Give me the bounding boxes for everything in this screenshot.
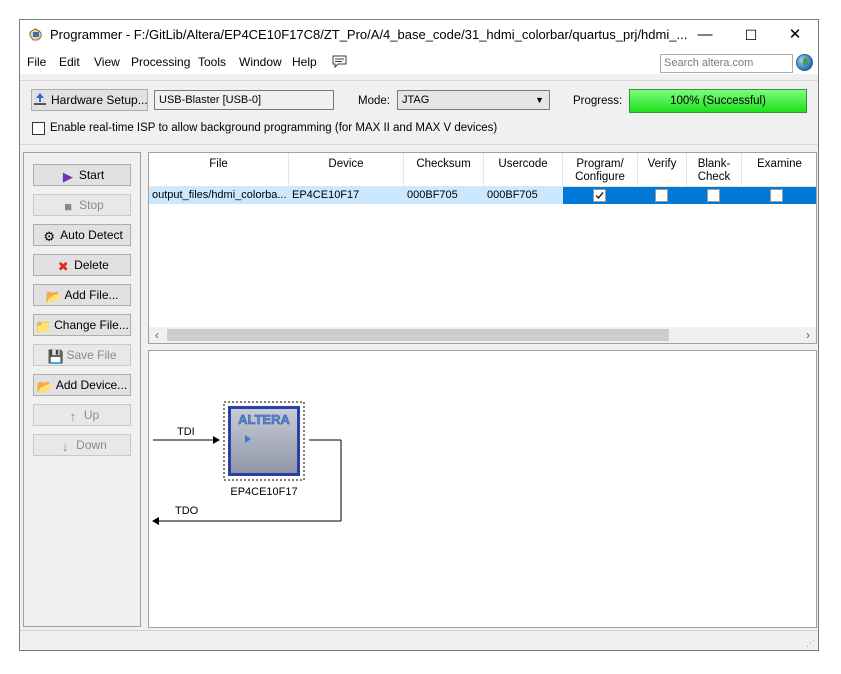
start-icon: ▶ (62, 169, 73, 184)
mode-select[interactable]: JTAG ▼ (397, 90, 550, 110)
title-bar: Programmer - F:/GitLib/Altera/EP4CE10F17… (20, 20, 818, 50)
delete-icon: ✖ (57, 259, 69, 274)
status-bar: ⋰ (20, 630, 818, 650)
column-header-blank-check[interactable]: Blank- Check (687, 153, 742, 187)
programmer-app-icon (29, 28, 42, 41)
jtag-chain-diagram: TDI ALTERA EP4CE10F17 TDO (148, 350, 817, 628)
isp-checkbox[interactable] (32, 122, 45, 135)
mode-label: Mode: (358, 95, 390, 107)
row-file: output_files/hdmi_colorba... (152, 189, 287, 201)
change-file-label: Change File... (54, 318, 129, 332)
menu-processing[interactable]: Processing (131, 55, 190, 69)
row-device: EP4CE10F17 (292, 189, 360, 201)
menu-file[interactable]: File (27, 55, 46, 69)
globe-icon[interactable] (796, 54, 813, 71)
hardware-device-field: USB-Blaster [USB-0] (154, 90, 334, 110)
column-header-file[interactable]: File (149, 153, 289, 187)
column-header-checksum[interactable]: Checksum (404, 153, 484, 187)
hardware-setup-button[interactable]: Hardware Setup... (31, 89, 148, 111)
device-table: File Device Checksum Usercode Program/ C… (148, 152, 817, 344)
menu-edit[interactable]: Edit (59, 55, 80, 69)
tdi-label: TDI (177, 426, 195, 438)
column-header-device[interactable]: Device (289, 153, 404, 187)
save-icon: 💾 (47, 349, 64, 364)
isp-label: Enable real-time ISP to allow background… (50, 122, 498, 134)
menu-view[interactable]: View (94, 55, 120, 69)
up-button[interactable]: ↑ Up (33, 404, 131, 426)
actions-panel: ▶ Start ■ Stop ⚙ Auto Detect ✖ Delete 📂 Add F… (23, 152, 141, 627)
add-file-button[interactable]: 📂 Add File... (33, 284, 131, 306)
altera-logo: ALTERA (238, 412, 290, 427)
down-label: Down (76, 438, 107, 452)
column-header-program[interactable]: Program/ Configure (563, 153, 638, 187)
change-file-button[interactable]: 📁 Change File... (33, 314, 131, 336)
chain-svg: TDI ALTERA EP4CE10F17 TDO (152, 401, 342, 525)
auto-detect-icon: ⚙ (43, 229, 55, 244)
verify-checkbox[interactable] (655, 189, 668, 202)
scrollbar-thumb[interactable] (167, 329, 669, 341)
delete-label: Delete (74, 258, 109, 272)
add-device-icon: 📂 (36, 379, 53, 394)
chat-bubble-icon[interactable] (332, 55, 347, 68)
search-input[interactable]: Search altera.com (660, 54, 793, 73)
column-header-examine[interactable]: Examine (742, 153, 816, 187)
maximize-button[interactable]: ☐ (728, 20, 774, 50)
blank-check-checkbox[interactable] (707, 189, 720, 202)
save-file-button[interactable]: 💾 Save File (33, 344, 131, 366)
add-device-button[interactable]: 📂 Add Device... (33, 374, 131, 396)
menu-tools[interactable]: Tools (198, 55, 226, 69)
start-label: Start (78, 168, 105, 182)
folder-icon: 📂 (45, 289, 62, 304)
tdo-arrow-icon (152, 517, 159, 525)
scroll-left-icon[interactable]: ‹ (149, 327, 165, 343)
table-row[interactable]: output_files/hdmi_colorba... EP4CE10F17 … (149, 187, 816, 204)
horizontal-scrollbar[interactable]: ‹ › (149, 327, 816, 343)
tdo-label: TDO (175, 505, 199, 517)
mode-select-value: JTAG (402, 94, 430, 106)
progress-label: Progress: (573, 95, 623, 107)
examine-checkbox[interactable] (770, 189, 783, 202)
minimize-button[interactable]: — (682, 20, 728, 50)
start-button[interactable]: ▶ Start (33, 164, 131, 186)
menu-bar: File Edit View Processing Tools Window H… (20, 50, 818, 74)
up-label: Up (83, 408, 100, 422)
column-header-verify[interactable]: Verify (638, 153, 687, 187)
chevron-down-icon: ▼ (535, 95, 544, 105)
menu-help[interactable]: Help (292, 55, 317, 69)
row-checksum: 000BF705 (407, 189, 458, 201)
auto-detect-label: Auto Detect (60, 228, 123, 242)
add-device-label: Add Device... (55, 378, 128, 392)
menu-window[interactable]: Window (239, 55, 282, 69)
row-usercode: 000BF705 (487, 189, 538, 201)
hardware-setup-label: Hardware Setup... (51, 93, 148, 107)
checkmark-icon (595, 192, 604, 200)
change-folder-icon: 📁 (35, 319, 52, 334)
delete-button[interactable]: ✖ Delete (33, 254, 131, 276)
stop-icon: ■ (64, 199, 73, 214)
hardware-setup-icon (32, 92, 48, 106)
add-file-label: Add File... (64, 288, 119, 302)
progress-bar: 100% (Successful) (629, 89, 807, 113)
close-button[interactable]: ✕ (772, 20, 818, 50)
resize-grip-icon[interactable]: ⋰ (806, 638, 815, 649)
up-arrow-icon: ↑ (69, 409, 77, 424)
column-header-usercode[interactable]: Usercode (484, 153, 563, 187)
auto-detect-button[interactable]: ⚙ Auto Detect (33, 224, 131, 246)
save-file-label: Save File (66, 348, 117, 362)
chip-device-label: EP4CE10F17 (230, 486, 297, 498)
programmer-window: Programmer - F:/GitLib/Altera/EP4CE10F17… (19, 19, 819, 651)
stop-button[interactable]: ■ Stop (33, 194, 131, 216)
down-arrow-icon: ↓ (61, 439, 69, 454)
tdi-arrow-icon (213, 436, 220, 444)
window-title: Programmer - F:/GitLib/Altera/EP4CE10F17… (50, 27, 688, 42)
stop-label: Stop (79, 198, 104, 212)
down-button[interactable]: ↓ Down (33, 434, 131, 456)
scroll-right-icon[interactable]: › (800, 327, 816, 343)
program-checkbox[interactable] (593, 189, 606, 202)
